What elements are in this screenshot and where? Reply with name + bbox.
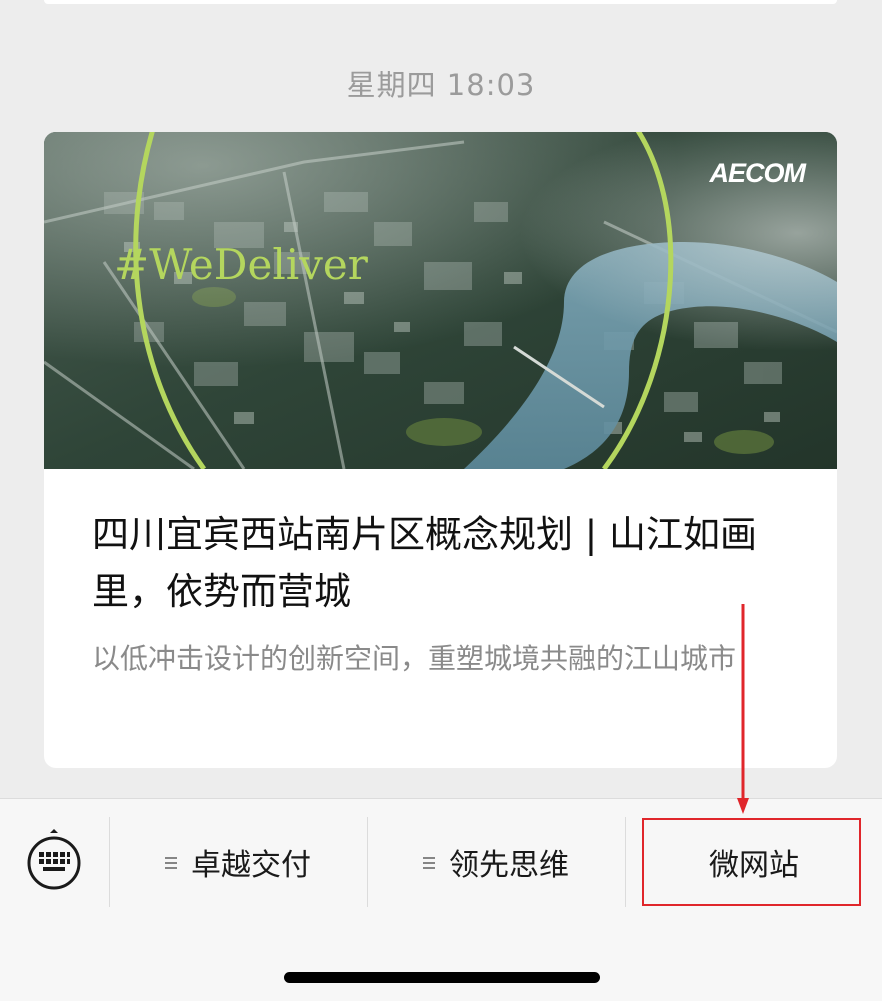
menu-item-excellent-delivery[interactable]: 卓越交付 [110,817,366,907]
article-cover-image: #WeDeliver AECOM [44,132,837,469]
article-summary: 以低冲击设计的创新空间，重塑城境共融的江山城市 [92,642,737,675]
keyboard-icon [27,829,81,890]
home-indicator [284,972,600,983]
article-title: 四川宜宾西站南片区概念规划 | 山江如画里，依势而营城 [92,513,757,613]
message-timestamp: 星期四 18:03 [346,68,536,102]
keyboard-toggle-button[interactable] [26,829,82,891]
aecom-logo: AECOM [709,158,806,188]
submenu-lines-icon [423,843,435,878]
cover-hashtag: #WeDeliver [114,240,368,289]
menu-item-label: 卓越交付 [191,848,311,883]
submenu-lines-icon [165,843,177,878]
menu-item-leading-thinking[interactable]: 领先思维 [368,817,624,907]
previous-message-card[interactable] [44,0,837,4]
menu-item-label: 微网站 [709,848,799,883]
official-account-menu-bar: 卓越交付 领先思维 微网站 [0,798,882,1001]
menu-item-micro-site[interactable]: 微网站 [626,817,882,907]
menu-item-label: 领先思维 [449,848,569,883]
article-card[interactable]: #WeDeliver AECOM 四川宜宾西站南片区概念规划 | 山江如画里，依… [44,132,837,768]
